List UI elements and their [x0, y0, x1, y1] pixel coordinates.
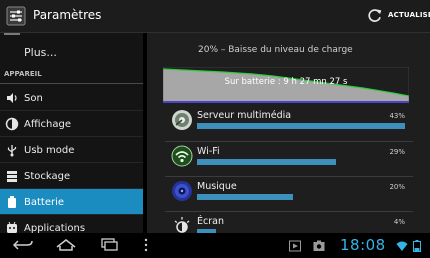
refresh-icon[interactable] — [366, 7, 383, 24]
music-icon — [172, 181, 192, 201]
battery-icon — [8, 196, 16, 208]
row-divider — [165, 176, 413, 177]
section-header-device: APPAREIL — [0, 65, 143, 85]
usage-bar — [197, 194, 293, 200]
battery-status-title[interactable]: 20% – Baisse du niveau de charge — [198, 45, 353, 55]
settings-sidebar: Plus... APPAREIL Son Affichage Usb mode — [0, 33, 143, 233]
sidebar-item-sound[interactable]: Son — [0, 85, 143, 111]
usb-icon — [7, 145, 17, 157]
status-clock: 18:08 — [340, 236, 386, 254]
sidebar-item-storage[interactable]: Stockage — [0, 163, 143, 189]
sidebar-item-battery[interactable]: Batterie — [0, 189, 143, 215]
sidebar-item-label: Batterie — [24, 197, 65, 208]
usage-bar — [197, 159, 337, 165]
sidebar-item-usb-mode[interactable]: Usb mode — [0, 137, 143, 163]
on-battery-duration: Sur batterie : 9 h 27 mn 27 s — [224, 77, 348, 87]
row-divider — [165, 211, 413, 212]
usage-row-media-server[interactable]: Serveur multimédia 43% — [171, 109, 407, 143]
speaker-icon — [7, 93, 17, 103]
scrolled-item-stub — [0, 33, 143, 37]
sidebar-item-label: Son — [24, 93, 43, 104]
usage-bar-track — [197, 194, 405, 200]
sidebar-item-display[interactable]: Affichage — [0, 111, 143, 137]
battery-details-panel: 20% – Baisse du niveau de charge Sur bat… — [147, 33, 430, 233]
sidebar-item-label: Plus... — [24, 46, 57, 59]
wifi-icon — [171, 145, 193, 167]
battery-status-icon — [413, 240, 421, 252]
action-bar: Paramètres ACTUALISER — [0, 0, 430, 33]
refresh-button[interactable]: ACTUALISER — [388, 11, 430, 19]
graph-baseline — [163, 101, 409, 103]
sidebar-item-label: Affichage — [24, 119, 71, 130]
recents-icon[interactable] — [98, 237, 120, 253]
home-icon[interactable] — [55, 237, 77, 253]
usage-app-name: Wi-Fi — [197, 146, 220, 157]
usage-app-name: Serveur multimédia — [197, 110, 292, 121]
usage-row-wifi[interactable]: Wi-Fi 29% — [171, 145, 407, 179]
brightness-icon — [5, 117, 19, 131]
sidebar-item-label: Usb mode — [24, 145, 75, 156]
system-navigation-bar: 18:08 — [0, 233, 430, 258]
usage-percent: 29% — [389, 148, 405, 156]
usage-bar — [197, 123, 405, 129]
sidebar-item-label: Stockage — [24, 171, 71, 182]
media-play-notification-icon[interactable] — [289, 240, 301, 252]
usage-app-name: Écran — [197, 216, 224, 227]
screenshot-notification-icon[interactable] — [313, 240, 325, 252]
usage-app-name: Musique — [197, 181, 237, 192]
page-title: Paramètres — [33, 8, 102, 22]
menu-dots-icon[interactable] — [140, 237, 152, 253]
sidebar-item-label: Applications — [24, 223, 86, 233]
media-server-icon — [172, 110, 192, 130]
section-header-label: APPAREIL — [4, 70, 42, 78]
usage-percent: 4% — [393, 218, 405, 226]
usage-bar-track — [197, 159, 405, 165]
sidebar-item-more[interactable]: Plus... — [0, 38, 143, 64]
usage-row-screen[interactable]: Écran 4% — [171, 215, 407, 233]
storage-icon — [7, 171, 17, 182]
back-icon[interactable] — [12, 237, 34, 253]
usage-bar-track — [197, 123, 405, 129]
sidebar-item-applications[interactable]: Applications — [0, 215, 143, 233]
usage-row-music[interactable]: Musique 20% — [171, 180, 407, 214]
screen-brightness-icon — [174, 217, 190, 233]
apps-icon — [7, 221, 17, 233]
settings-sliders-icon[interactable] — [6, 6, 26, 26]
row-divider — [165, 141, 413, 142]
wifi-signal-icon — [396, 241, 408, 251]
usage-percent: 43% — [389, 112, 405, 120]
usage-percent: 20% — [389, 183, 405, 191]
